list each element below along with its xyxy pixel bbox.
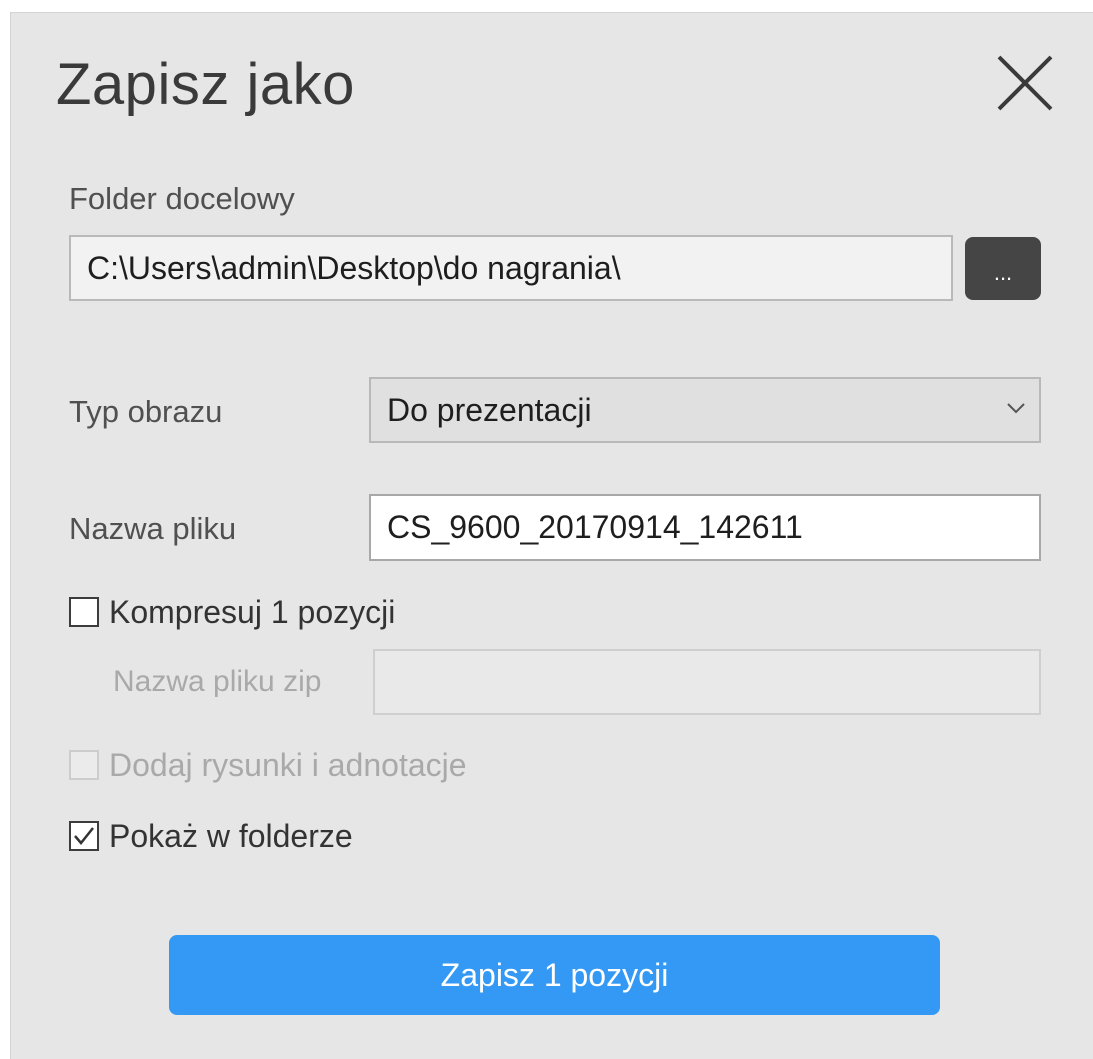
- dialog-title: Zapisz jako: [56, 52, 355, 117]
- chevron-down-icon[interactable]: [1005, 397, 1027, 419]
- zip-name-label: Nazwa pliku zip: [113, 665, 322, 698]
- image-type-label: Typ obrazu: [69, 394, 223, 429]
- file-name-label: Nazwa pliku: [69, 511, 237, 546]
- annotations-checkbox: [69, 750, 99, 780]
- destination-folder-field[interactable]: C:\Users\admin\Desktop\do nagrania\: [69, 235, 953, 301]
- save-button[interactable]: Zapisz 1 pozycji: [169, 935, 940, 1015]
- image-type-select[interactable]: Do prezentacji: [369, 377, 1041, 443]
- compress-label[interactable]: Kompresuj 1 pozycji: [109, 594, 395, 631]
- close-icon[interactable]: [995, 53, 1055, 113]
- annotations-label: Dodaj rysunki i adnotacje: [109, 747, 467, 783]
- zip-name-input: [373, 649, 1041, 715]
- file-name-input[interactable]: CS_9600_20170914_142611: [369, 494, 1041, 561]
- save-as-dialog: Zapisz jako Folder docelowy C:\Users\adm…: [10, 12, 1093, 1059]
- browse-button[interactable]: ...: [965, 237, 1041, 300]
- show-in-folder-checkbox[interactable]: [69, 821, 99, 851]
- checkmark-icon: [74, 827, 94, 845]
- compress-checkbox[interactable]: [69, 597, 99, 627]
- destination-folder-label: Folder docelowy: [69, 181, 295, 216]
- show-in-folder-label[interactable]: Pokaż w folderze: [109, 818, 353, 855]
